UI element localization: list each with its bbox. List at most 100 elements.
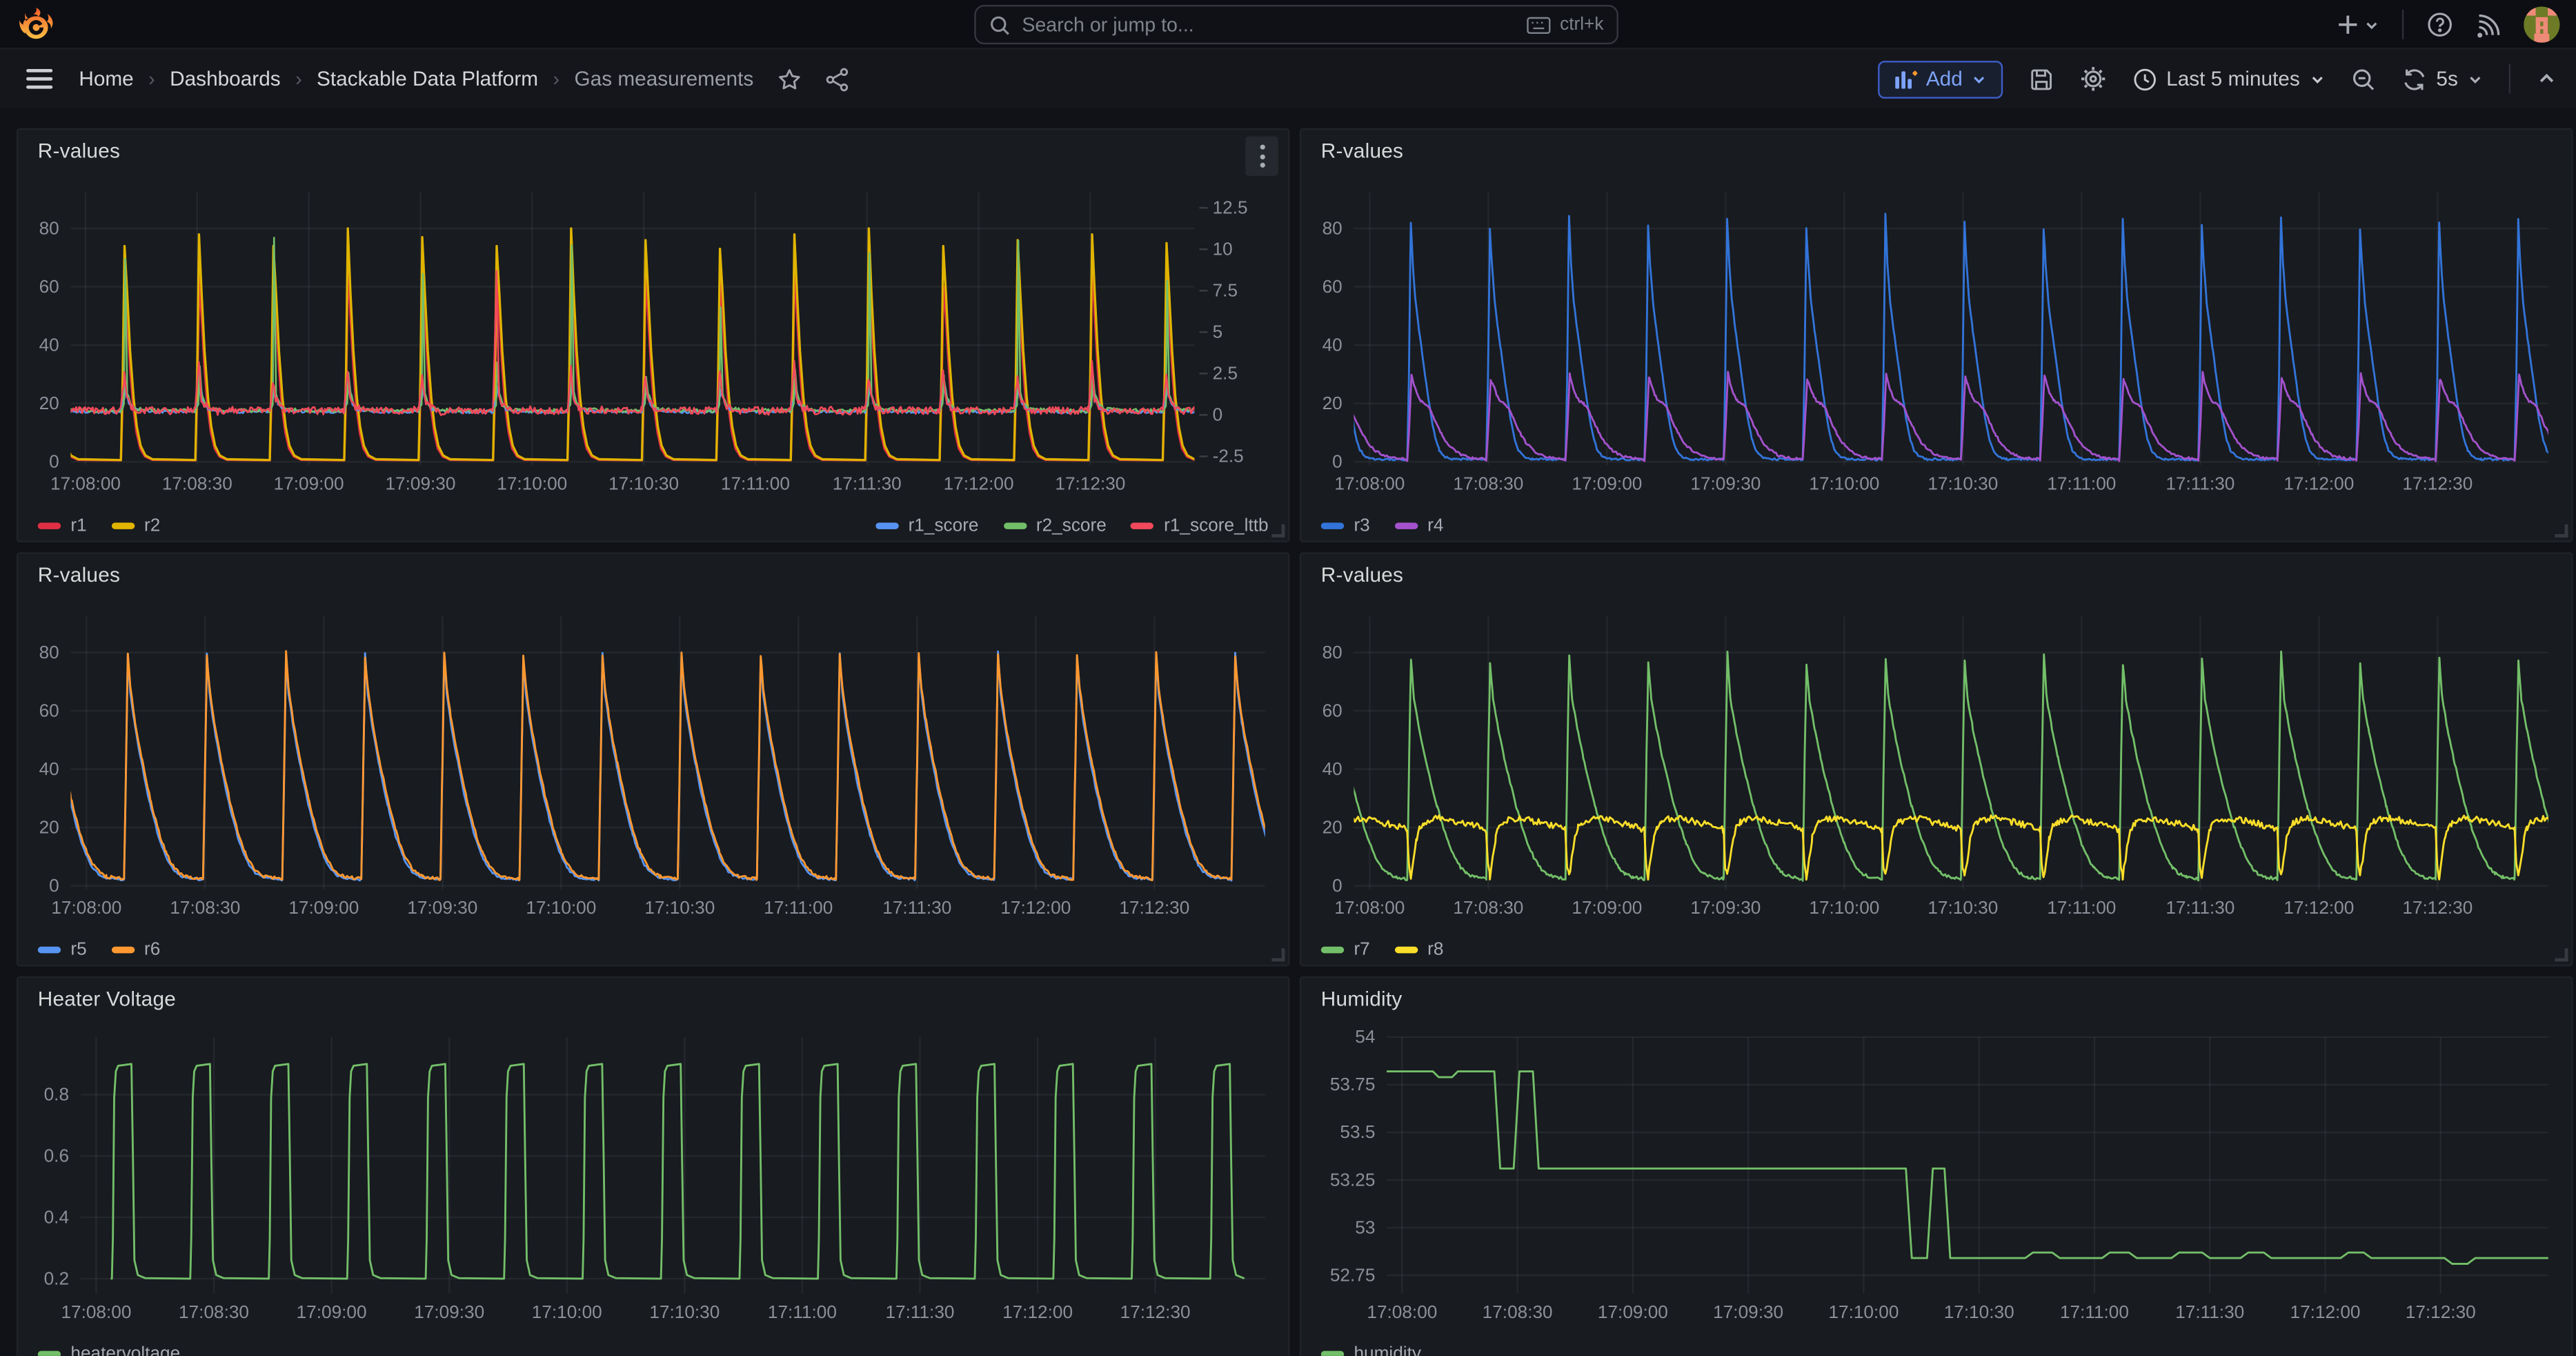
svg-text:17:08:30: 17:08:30 <box>1453 473 1523 494</box>
help-icon <box>2427 12 2453 38</box>
svg-text:53: 53 <box>1355 1217 1375 1237</box>
svg-text:0: 0 <box>1332 875 1343 896</box>
svg-text:0: 0 <box>1213 404 1223 425</box>
svg-text:17:08:00: 17:08:00 <box>1367 1301 1437 1322</box>
new-button[interactable] <box>2337 13 2379 36</box>
panel-title: Heater Voltage <box>38 987 176 1010</box>
legend-item-r6[interactable]: r6 <box>111 940 160 960</box>
legend-item-r4[interactable]: r4 <box>1394 516 1443 536</box>
legend-item-r1_score[interactable]: r1_score <box>875 516 979 536</box>
topbar-divider <box>2402 10 2404 39</box>
svg-text:40: 40 <box>39 758 59 779</box>
legend-item-r7[interactable]: r7 <box>1321 940 1370 960</box>
svg-text:12.5: 12.5 <box>1213 197 1248 218</box>
share-button[interactable] <box>824 66 849 91</box>
svg-text:17:09:30: 17:09:30 <box>1690 897 1761 918</box>
legend-marker <box>875 522 898 529</box>
svg-text:17:09:30: 17:09:30 <box>385 473 455 494</box>
svg-text:17:08:00: 17:08:00 <box>51 897 121 918</box>
chevron-up-icon <box>2537 69 2557 89</box>
menu-toggle-icon[interactable] <box>26 69 52 89</box>
svg-text:5: 5 <box>1213 322 1223 342</box>
favorite-star-button[interactable] <box>777 66 802 91</box>
panel-r-values-3: R-values 02040608017:08:0017:08:3017:09:… <box>17 552 1290 966</box>
dashboard-settings-button[interactable] <box>2079 66 2106 92</box>
time-series-chart[interactable]: 0.20.40.60.817:08:0017:08:3017:09:0017:0… <box>18 1021 1288 1336</box>
panel-resize-handle[interactable] <box>1271 524 1285 538</box>
breadcrumb-separator: › <box>295 68 302 90</box>
svg-text:17:10:00: 17:10:00 <box>526 897 596 918</box>
save-icon <box>2028 66 2053 91</box>
legend-item-r1_score_lttb[interactable]: r1_score_lttb <box>1131 516 1269 536</box>
collapse-toolbar-button[interactable] <box>2537 69 2557 89</box>
legend-item-heatervoltage[interactable]: heatervoltage <box>38 1344 180 1356</box>
svg-text:17:10:00: 17:10:00 <box>1828 1301 1899 1322</box>
panel-resize-handle[interactable] <box>1271 948 1285 961</box>
svg-text:17:12:30: 17:12:30 <box>1119 897 1189 918</box>
legend-marker <box>1321 947 1344 954</box>
avatar[interactable] <box>2524 7 2559 43</box>
svg-text:17:08:30: 17:08:30 <box>179 1301 249 1322</box>
star-icon <box>777 66 802 91</box>
svg-text:17:12:00: 17:12:00 <box>1002 1301 1073 1322</box>
svg-text:80: 80 <box>39 642 59 662</box>
time-range-picker[interactable]: Last 5 minutes <box>2132 66 2324 91</box>
svg-text:53.25: 53.25 <box>1330 1169 1376 1190</box>
legend-item-r2_score[interactable]: r2_score <box>1003 516 1107 536</box>
zoom-out-time-button[interactable] <box>2351 66 2376 91</box>
time-series-chart[interactable]: 020406080-2.502.557.51012.517:08:0017:08… <box>18 173 1288 508</box>
svg-text:17:09:00: 17:09:00 <box>274 473 344 494</box>
legend-marker <box>38 1351 61 1356</box>
svg-text:17:12:30: 17:12:30 <box>2402 897 2473 918</box>
plus-icon <box>2337 13 2359 36</box>
news-button[interactable] <box>2476 12 2501 37</box>
legend-item-r5[interactable]: r5 <box>38 940 87 960</box>
panel-title: Humidity <box>1321 987 1403 1010</box>
svg-text:60: 60 <box>39 700 59 720</box>
legend-item-r1[interactable]: r1 <box>38 516 87 536</box>
add-panel-button[interactable]: Add <box>1879 60 2002 98</box>
search-input[interactable]: Search or jump to... ctrl+k <box>974 5 1618 44</box>
breadcrumb-home[interactable]: Home <box>79 68 133 90</box>
svg-text:20: 20 <box>1322 816 1343 837</box>
breadcrumb-folder[interactable]: Stackable Data Platform <box>317 68 538 90</box>
svg-text:17:09:30: 17:09:30 <box>414 1301 484 1322</box>
svg-text:17:11:00: 17:11:00 <box>764 897 833 918</box>
grafana-app: Search or jump to... ctrl+k <box>0 0 2576 1356</box>
legend-item-r3[interactable]: r3 <box>1321 516 1370 536</box>
svg-text:0.8: 0.8 <box>44 1084 69 1105</box>
svg-text:52.75: 52.75 <box>1330 1264 1376 1285</box>
help-button[interactable] <box>2427 12 2453 38</box>
legend-label: r7 <box>1354 940 1369 960</box>
legend-item-r8[interactable]: r8 <box>1394 940 1443 960</box>
svg-text:17:08:30: 17:08:30 <box>1453 897 1523 918</box>
panel-menu-button[interactable] <box>1245 137 1278 176</box>
svg-text:17:12:00: 17:12:00 <box>944 473 1014 494</box>
refresh-picker[interactable]: 5s <box>2401 66 2482 91</box>
time-series-chart[interactable]: 02040608017:08:0017:08:3017:09:0017:09:3… <box>1301 597 2571 932</box>
breadcrumb-dashboards[interactable]: Dashboards <box>170 68 281 90</box>
time-series-chart[interactable]: 02040608017:08:0017:08:3017:09:0017:09:3… <box>1301 173 2571 508</box>
panel-resize-handle[interactable] <box>2555 948 2568 961</box>
refresh-icon <box>2401 66 2426 91</box>
gear-icon <box>2079 66 2106 92</box>
time-series-chart[interactable]: 02040608017:08:0017:08:3017:09:0017:09:3… <box>18 597 1288 932</box>
svg-text:17:12:00: 17:12:00 <box>2290 1301 2361 1322</box>
grafana-logo-icon[interactable] <box>18 7 54 43</box>
legend-marker <box>1131 522 1154 529</box>
svg-text:20: 20 <box>39 393 59 413</box>
chevron-down-icon <box>2364 17 2379 32</box>
panel-legend: humidity <box>1301 1336 2571 1356</box>
svg-text:0.6: 0.6 <box>44 1146 69 1166</box>
legend-item-r2[interactable]: r2 <box>111 516 160 536</box>
svg-text:0: 0 <box>49 451 59 472</box>
legend-label: r1_score <box>909 516 979 536</box>
save-dashboard-button[interactable] <box>2028 66 2053 91</box>
svg-text:17:11:30: 17:11:30 <box>885 1301 954 1322</box>
panel-resize-handle[interactable] <box>2555 524 2568 538</box>
svg-text:17:12:00: 17:12:00 <box>2283 897 2354 918</box>
time-series-chart[interactable]: 52.755353.2553.553.755417:08:0017:08:301… <box>1301 1021 2571 1336</box>
legend-item-humidity[interactable]: humidity <box>1321 1344 1421 1356</box>
panel-title: R-values <box>1321 139 1403 162</box>
share-icon <box>824 66 849 91</box>
